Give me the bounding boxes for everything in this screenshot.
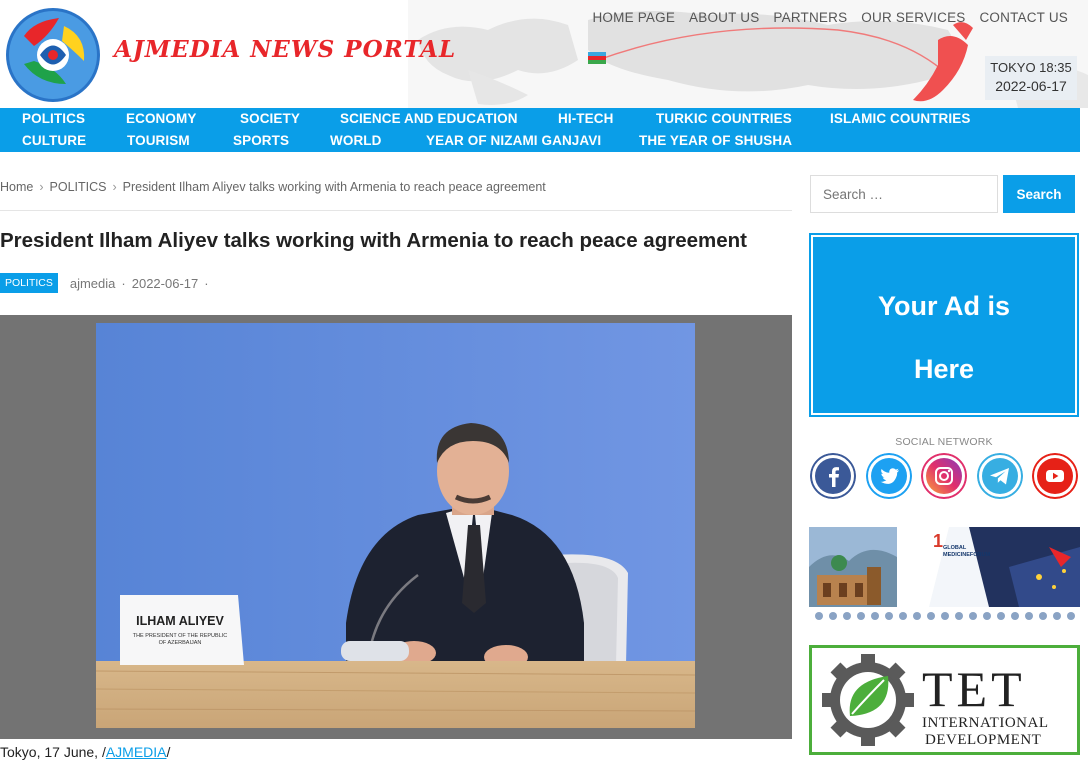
tet-banner-graphic: TET INTERNATIONAL DEVELOPMENT (812, 648, 1077, 752)
youtube-icon[interactable] (1032, 453, 1078, 499)
nav-about-us[interactable]: ABOUT US (689, 10, 759, 25)
tet-line-1: INTERNATIONAL (922, 715, 1048, 731)
article-author[interactable]: ajmedia (70, 276, 116, 291)
instagram-icon[interactable] (921, 453, 967, 499)
category-navigation: POLITICS ECONOMY SOCIETY SCIENCE AND EDU… (0, 108, 1080, 152)
breadcrumb-separator-icon: › (112, 180, 117, 194)
cat-year-of-nizami-ganjavi[interactable]: YEAR OF NIZAMI GANJAVI (426, 133, 601, 148)
nav-partners[interactable]: PARTNERS (773, 10, 847, 25)
featured-image-frame: ILHAM ALIYEV THE PRESIDENT OF THE REPUBL… (0, 315, 792, 739)
nameplate-role-1: THE PRESIDENT OF THE REPUBLIC (133, 633, 228, 639)
breadcrumb: Home › POLITICS › President Ilham Aliyev tal… (0, 180, 546, 194)
category-badge[interactable]: POLITICS (0, 273, 58, 293)
cat-sports[interactable]: SPORTS (233, 133, 289, 148)
cat-tourism[interactable]: TOURISM (127, 133, 190, 148)
site-header: AJMEDIA NEWS PORTAL HOME PAGE ABOUT US P… (0, 0, 1088, 108)
cat-hi-tech[interactable]: HI-TECH (558, 111, 613, 126)
article-caption: Tokyo, 17 June, /AJMEDIA/ (0, 744, 170, 760)
cat-politics[interactable]: POLITICS (22, 111, 85, 126)
nameplate-name: ILHAM ALIYEV (136, 614, 224, 628)
forum-banner-graphic: 1 GLOBAL MEDICINEFORUM (809, 527, 1080, 625)
article-meta: POLITICS ajmedia · 2022-06-17 · (0, 273, 215, 293)
breadcrumb-home[interactable]: Home (0, 180, 33, 194)
article-date[interactable]: 2022-06-17 (132, 276, 199, 291)
forum-line-1: GLOBAL (943, 545, 967, 551)
top-navigation: HOME PAGE ABOUT US PARTNERS OUR SERVICES… (592, 10, 1068, 25)
twitter-icon[interactable] (865, 453, 912, 499)
social-network-title: SOCIAL NETWORK (895, 436, 993, 448)
breadcrumb-separator-icon: › (39, 180, 44, 194)
cat-islamic-countries[interactable]: ISLAMIC COUNTRIES (830, 111, 970, 126)
site-title[interactable]: AJMEDIA NEWS PORTAL (114, 36, 456, 63)
caption-prefix: Tokyo, 17 June, / (0, 744, 106, 760)
nameplate-role-2: OF AZERBAIJAN (159, 640, 202, 646)
search-input[interactable] (810, 175, 998, 213)
nav-home-page[interactable]: HOME PAGE (592, 10, 675, 25)
cat-science-and-education[interactable]: SCIENCE AND EDUCATION (340, 111, 518, 126)
ad-text: Your Ad is Here (811, 275, 1077, 401)
tet-brand: TET (922, 661, 1026, 717)
gear-icon (822, 654, 914, 746)
search-button[interactable]: Search (1003, 175, 1075, 213)
meta-separator: · (204, 275, 209, 291)
caption-link[interactable]: AJMEDIA (106, 744, 167, 760)
nav-contact-us[interactable]: CONTACT US (979, 10, 1068, 25)
facebook-icon[interactable] (810, 453, 856, 499)
tet-international-development-banner[interactable]: TET INTERNATIONAL DEVELOPMENT (809, 645, 1080, 755)
meta-separator: · (121, 275, 126, 291)
tokyo-clock: TOKYO 18:35 2022-06-17 (985, 56, 1077, 100)
cat-economy[interactable]: ECONOMY (126, 111, 196, 126)
nav-our-services[interactable]: OUR SERVICES (861, 10, 965, 25)
telegram-icon[interactable] (976, 453, 1023, 499)
clock-time: TOKYO 18:35 (990, 60, 1072, 75)
cat-culture[interactable]: CULTURE (22, 133, 86, 148)
social-links (809, 453, 1079, 499)
site-logo[interactable] (4, 6, 102, 104)
clock-date: 2022-06-17 (995, 78, 1067, 94)
tet-line-2: DEVELOPMENT (925, 732, 1041, 748)
cat-world[interactable]: WORLD (330, 133, 382, 148)
ad-line-2: Here (913, 354, 975, 384)
forum-number: 1 (933, 531, 943, 551)
cat-society[interactable]: SOCIETY (240, 111, 300, 126)
article-title: President Ilham Aliyev talks working wit… (0, 229, 747, 252)
breadcrumb-divider (0, 210, 792, 211)
global-medicine-forum-banner[interactable]: 1 GLOBAL MEDICINEFORUM (809, 527, 1080, 625)
cat-turkic-countries[interactable]: TURKIC COUNTRIES (656, 111, 792, 126)
breadcrumb-section[interactable]: POLITICS (50, 180, 107, 194)
cat-the-year-of-shusha[interactable]: THE YEAR OF SHUSHA (639, 133, 792, 148)
caption-suffix: / (166, 744, 171, 760)
ad-banner[interactable]: Your Ad is Here (809, 233, 1079, 417)
featured-image: ILHAM ALIYEV THE PRESIDENT OF THE REPUBL… (96, 323, 695, 728)
ad-line-1: Your Ad is (877, 291, 1010, 321)
breadcrumb-current: President Ilham Aliyev talks working wit… (122, 180, 546, 194)
forum-line-2: MEDICINEFORUM (943, 552, 990, 558)
